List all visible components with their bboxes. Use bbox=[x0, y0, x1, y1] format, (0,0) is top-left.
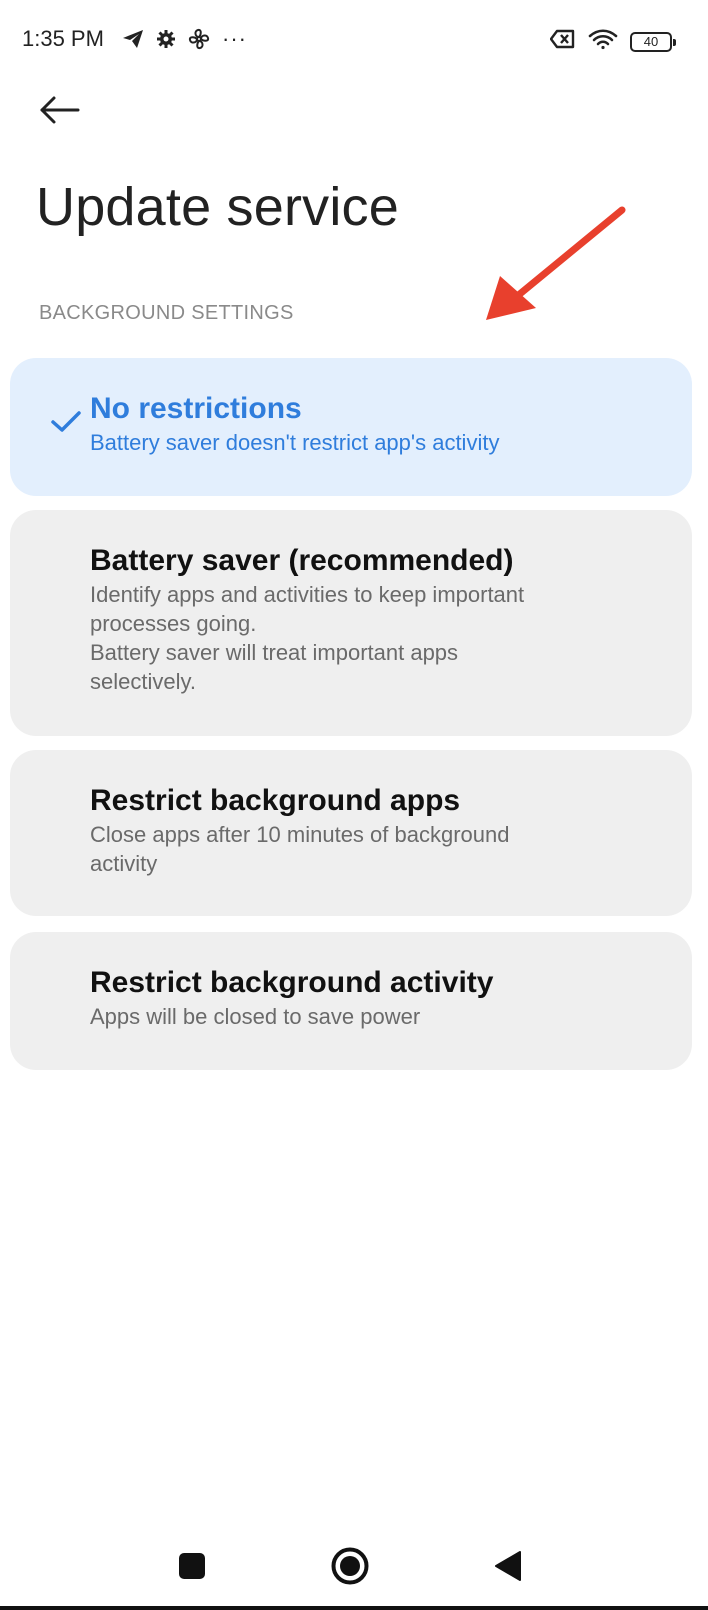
option-description: Battery saver doesn't restrict app's act… bbox=[90, 430, 500, 455]
home-circle-icon bbox=[330, 1546, 370, 1591]
checkmark-icon bbox=[50, 410, 82, 439]
bottom-edge bbox=[0, 1606, 708, 1610]
page-title: Update service bbox=[36, 177, 399, 237]
gear-icon bbox=[156, 29, 176, 49]
status-bar: 1:35 PM ··· 40 bbox=[0, 0, 708, 80]
option-title: Battery saver (recommended) bbox=[90, 544, 514, 577]
recents-square-icon bbox=[178, 1552, 206, 1585]
option-description: Close apps after 10 minutes of backgroun… bbox=[90, 822, 510, 876]
navigation-bar bbox=[0, 1526, 708, 1606]
home-button[interactable] bbox=[326, 1544, 374, 1592]
recents-button[interactable] bbox=[168, 1544, 216, 1592]
section-header: BACKGROUND SETTINGS bbox=[39, 302, 294, 324]
telegram-icon bbox=[122, 29, 144, 49]
nav-back-button[interactable] bbox=[484, 1544, 532, 1592]
status-time: 1:35 PM bbox=[22, 26, 104, 51]
option-no-restrictions[interactable]: No restrictions Battery saver doesn't re… bbox=[10, 358, 692, 496]
wifi-icon bbox=[588, 28, 618, 55]
battery-icon: 40 bbox=[630, 31, 676, 52]
fan-icon bbox=[188, 28, 210, 50]
option-title: No restrictions bbox=[90, 392, 302, 425]
option-restrict-background-activity[interactable]: Restrict background activity Apps will b… bbox=[10, 932, 692, 1070]
more-icon: ··· bbox=[222, 26, 247, 51]
back-triangle-icon bbox=[494, 1550, 522, 1587]
option-title: Restrict background activity bbox=[90, 966, 494, 999]
sim-off-icon bbox=[549, 29, 576, 54]
option-restrict-background-apps[interactable]: Restrict background apps Close apps afte… bbox=[10, 750, 692, 916]
back-button[interactable] bbox=[32, 86, 88, 138]
status-system-icons: 40 bbox=[549, 28, 676, 55]
option-description: Apps will be closed to save power bbox=[90, 1004, 421, 1029]
option-title: Restrict background apps bbox=[90, 784, 461, 817]
annotation-arrow-icon bbox=[486, 206, 626, 320]
option-battery-saver[interactable]: Battery saver (recommended) Identify app… bbox=[10, 510, 692, 736]
status-notification-icons: ··· bbox=[122, 26, 247, 52]
option-description: Identify apps and activities to keep imp… bbox=[90, 582, 525, 694]
arrow-left-icon bbox=[38, 95, 82, 130]
